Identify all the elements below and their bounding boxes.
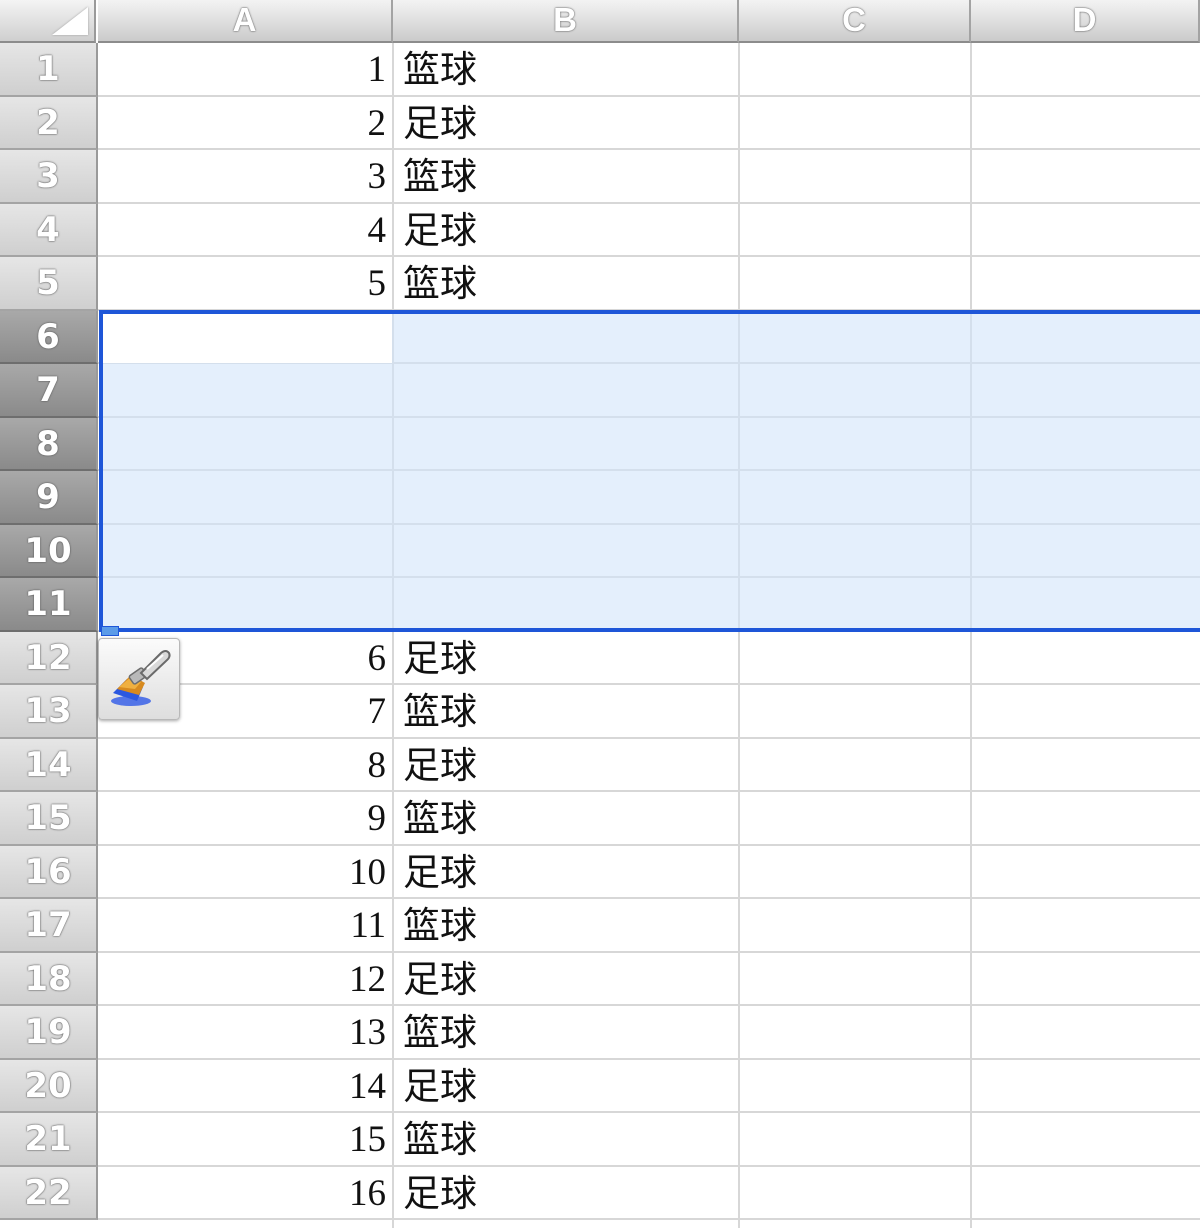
cell-b17[interactable]: 篮球 <box>403 899 733 952</box>
row-header-10[interactable]: 10 <box>0 525 98 578</box>
row-header-8[interactable]: 8 <box>0 418 98 471</box>
cell-b16[interactable]: 足球 <box>403 846 733 899</box>
column-header-d[interactable]: D <box>971 0 1200 43</box>
active-cell-a6[interactable] <box>103 314 392 363</box>
row-header-16[interactable]: 16 <box>0 846 98 899</box>
column-header-b[interactable]: B <box>393 0 739 43</box>
cell-b2[interactable]: 足球 <box>403 97 733 150</box>
column-header-a[interactable]: A <box>98 0 393 43</box>
cell-a22[interactable]: 16 <box>100 1167 386 1220</box>
row-header-1[interactable]: 1 <box>0 43 98 97</box>
row-header-22[interactable]: 22 <box>0 1167 98 1220</box>
cell-a15[interactable]: 9 <box>100 792 387 845</box>
row-header-21[interactable]: 21 <box>0 1113 98 1167</box>
cell-b5[interactable]: 篮球 <box>403 257 733 310</box>
cell-b13[interactable]: 篮球 <box>403 685 733 738</box>
cell-b20[interactable]: 足球 <box>403 1060 733 1113</box>
row-header-18[interactable]: 18 <box>0 953 98 1006</box>
cell-b3[interactable]: 篮球 <box>403 150 733 203</box>
row-header-11[interactable]: 11 <box>0 578 98 632</box>
column-gridline <box>392 43 394 1228</box>
row-header-9[interactable]: 9 <box>0 471 98 525</box>
select-all-triangle-icon <box>52 7 88 35</box>
row-header-5[interactable]: 5 <box>0 257 98 311</box>
cell-b22[interactable]: 足球 <box>403 1167 733 1220</box>
row-header-17[interactable]: 17 <box>0 899 98 953</box>
row-header-7[interactable]: 7 <box>0 364 98 418</box>
row-header-13[interactable]: 13 <box>0 685 98 739</box>
select-all-corner[interactable] <box>0 0 96 43</box>
cell-a20[interactable]: 14 <box>100 1060 386 1113</box>
column-gridline <box>970 43 972 1228</box>
cell-b12[interactable]: 足球 <box>403 632 733 685</box>
row-header-3[interactable]: 3 <box>0 150 98 204</box>
cell-b21[interactable]: 篮球 <box>403 1113 733 1166</box>
column-header-c[interactable]: C <box>739 0 971 43</box>
paintbrush-icon <box>111 650 171 706</box>
cell-b1[interactable]: 篮球 <box>403 43 733 96</box>
cell-a18[interactable]: 12 <box>100 953 386 1006</box>
cell-a1[interactable]: 1 <box>100 43 387 96</box>
paste-options-button[interactable] <box>98 638 180 720</box>
row-header-19[interactable]: 19 <box>0 1006 98 1060</box>
row-header-6[interactable]: 6 <box>0 311 98 364</box>
cell-a2[interactable]: 2 <box>100 97 387 150</box>
cell-b19[interactable]: 篮球 <box>403 1006 733 1059</box>
cell-a3[interactable]: 3 <box>100 150 387 203</box>
cell-a21[interactable]: 15 <box>100 1113 386 1166</box>
cell-a17[interactable]: 11 <box>100 899 386 952</box>
spreadsheet-grid[interactable]: ABCD 1 2 3 4 5 6 7 8 9 10 11 12 13 14 15 16 17 18 19 20 21 22… <box>0 0 1200 1228</box>
cell-b4[interactable]: 足球 <box>403 204 733 257</box>
cell-b18[interactable]: 足球 <box>403 953 733 1006</box>
cell-b15[interactable]: 篮球 <box>403 792 733 845</box>
row-header-20[interactable]: 20 <box>0 1060 98 1113</box>
row-header-4[interactable]: 4 <box>0 204 98 257</box>
row-header-15[interactable]: 15 <box>0 792 98 846</box>
column-gridline <box>738 43 740 1228</box>
row-header-14[interactable]: 14 <box>0 739 98 792</box>
cell-a4[interactable]: 4 <box>100 204 387 257</box>
cell-a16[interactable]: 10 <box>100 846 386 899</box>
cell-a19[interactable]: 13 <box>100 1006 386 1059</box>
row-header-2[interactable]: 2 <box>0 97 98 150</box>
cell-a14[interactable]: 8 <box>100 739 387 792</box>
row-header-12[interactable]: 12 <box>0 632 98 685</box>
cell-a5[interactable]: 5 <box>100 257 387 310</box>
cell-b14[interactable]: 足球 <box>403 739 733 792</box>
